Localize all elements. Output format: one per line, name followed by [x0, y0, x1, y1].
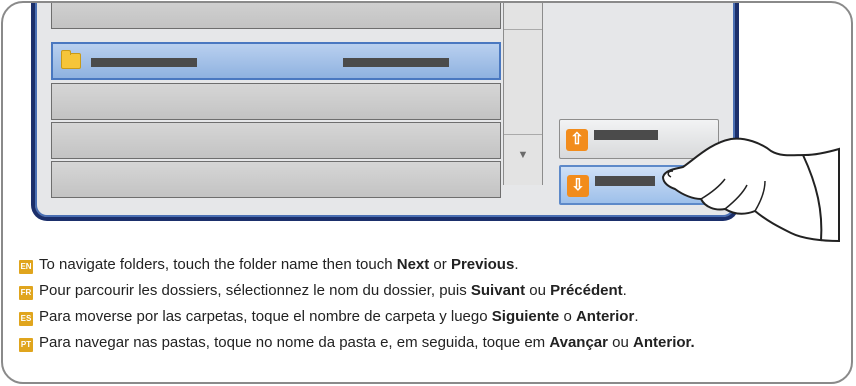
button-label-placeholder: [594, 130, 658, 140]
selected-folder-row[interactable]: [51, 42, 501, 80]
chevron-down-icon: ▼: [517, 149, 529, 161]
folder-icon: [61, 50, 81, 69]
scroll-down-button[interactable]: ▼: [504, 134, 542, 177]
list-item[interactable]: [51, 122, 501, 159]
arrow-down-icon: ⇩: [567, 175, 589, 197]
language-badge: ES: [19, 312, 33, 326]
pointing-hand-icon: [661, 137, 840, 243]
list-item[interactable]: [51, 83, 501, 120]
list-item[interactable]: [51, 161, 501, 198]
language-badge: EN: [19, 260, 33, 274]
language-badge: PT: [19, 338, 33, 352]
arrow-up-icon: ⇧: [566, 129, 588, 151]
list-item[interactable]: [51, 3, 501, 29]
folder-name-placeholder: [91, 58, 197, 67]
illustration-frame: ▼ ⇧ ⇩ EN To navigate folders, touch the …: [1, 1, 853, 384]
device-screen: ▼ ⇧ ⇩: [31, 3, 739, 221]
button-label-placeholder: [595, 176, 655, 186]
folder-list: [51, 3, 503, 198]
scrollbar[interactable]: ▼: [503, 3, 543, 185]
language-badge: FR: [19, 286, 33, 300]
folder-detail-placeholder: [343, 58, 449, 67]
